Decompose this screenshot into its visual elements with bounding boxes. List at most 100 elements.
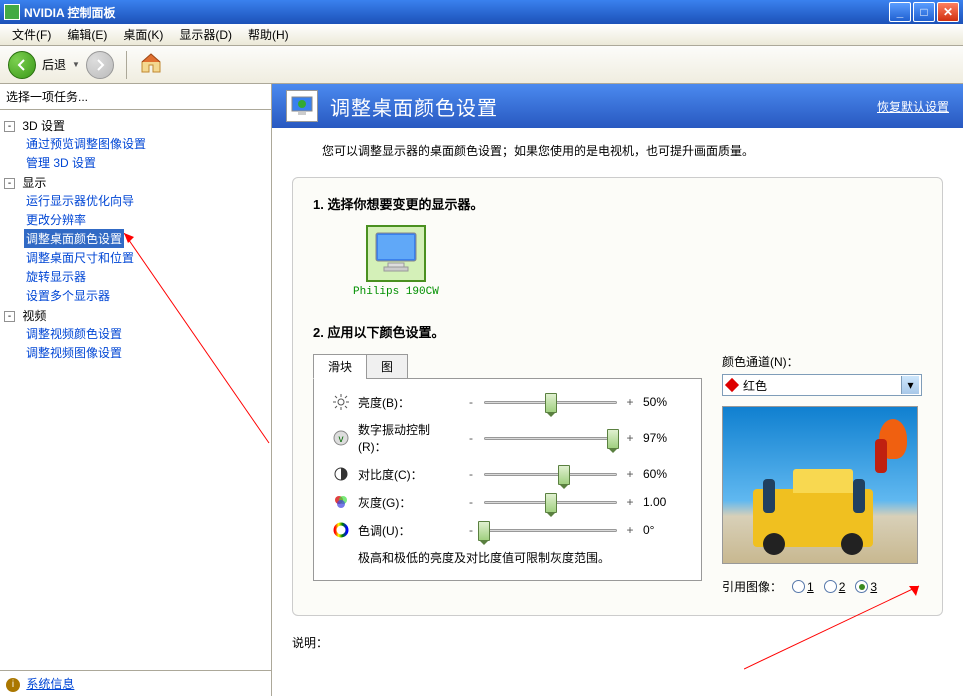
monitor-name: Philips 190CW bbox=[353, 286, 439, 298]
slider-note: 极高和极低的亮度及对比度值可限制灰度范围。 bbox=[358, 549, 683, 566]
tree-group-3d: 3D 设置 bbox=[22, 119, 65, 133]
color-channel-select[interactable]: 红色 ▾ bbox=[722, 374, 922, 396]
content-header: 调整桌面颜色设置 恢复默认设置 bbox=[272, 84, 963, 128]
menu-help[interactable]: 帮助(H) bbox=[240, 24, 297, 45]
content: 调整桌面颜色设置 恢复默认设置 您可以调整显示器的桌面颜色设置；如果您使用的是电… bbox=[272, 84, 963, 696]
forward-button bbox=[86, 51, 114, 79]
arrow-left-icon bbox=[15, 58, 29, 72]
tree-link-video-image[interactable]: 调整视频图像设置 bbox=[24, 343, 124, 362]
vibrance-slider[interactable] bbox=[484, 429, 617, 447]
tree-link-preview-3d[interactable]: 通过预览调整图像设置 bbox=[24, 134, 148, 153]
minus-icon: - bbox=[466, 495, 476, 509]
tree-link-optimize-wizard[interactable]: 运行显示器优化向导 bbox=[24, 191, 136, 210]
plus-icon: + bbox=[625, 395, 635, 409]
reference-label: 引用图像： bbox=[722, 578, 782, 595]
hue-icon bbox=[332, 521, 350, 539]
minus-icon: - bbox=[466, 395, 476, 409]
sliders-panel: 亮度(B)： - + 50% v 数字振动控制(R)： - bbox=[313, 378, 702, 581]
contrast-label: 对比度(C)： bbox=[358, 466, 458, 483]
tree-link-multi-display[interactable]: 设置多个显示器 bbox=[24, 286, 112, 305]
plus-icon: + bbox=[625, 431, 635, 445]
chevron-down-icon: ▾ bbox=[901, 376, 919, 394]
plus-icon: + bbox=[625, 467, 635, 481]
page-title: 调整桌面颜色设置 bbox=[330, 92, 877, 121]
maximize-button[interactable]: □ bbox=[913, 2, 935, 22]
hue-value: 0° bbox=[643, 523, 683, 537]
tree-toggle-3d[interactable]: - bbox=[4, 121, 15, 132]
plus-icon: + bbox=[625, 495, 635, 509]
ref-image-3[interactable]: 3 bbox=[855, 580, 877, 594]
step2-label: 2. 应用以下颜色设置。 bbox=[313, 322, 922, 341]
toolbar-separator bbox=[126, 51, 127, 79]
red-diamond-icon bbox=[725, 378, 739, 392]
gamma-icon bbox=[332, 493, 350, 511]
gamma-label: 灰度(G)： bbox=[358, 494, 458, 511]
contrast-slider[interactable] bbox=[484, 465, 617, 483]
menubar: 文件(F) 编辑(E) 桌面(K) 显示器(D) 帮助(H) bbox=[0, 24, 963, 46]
preview-image bbox=[722, 406, 918, 564]
tree-link-manage-3d[interactable]: 管理 3D 设置 bbox=[24, 153, 98, 172]
task-tree: - 3D 设置 通过预览调整图像设置 管理 3D 设置 - 显示 运行显示器优化… bbox=[0, 110, 271, 670]
channel-value: 红色 bbox=[743, 377, 767, 394]
plus-icon: + bbox=[625, 523, 635, 537]
info-icon: i bbox=[6, 678, 20, 692]
tab-sliders[interactable]: 滑块 bbox=[313, 354, 367, 379]
home-button[interactable] bbox=[139, 51, 163, 78]
ref-image-1[interactable]: 1 bbox=[792, 580, 814, 594]
app-icon bbox=[4, 4, 20, 20]
back-dropdown-icon[interactable]: ▼ bbox=[72, 60, 80, 69]
toolbar: 后退 ▼ bbox=[0, 46, 963, 84]
menu-display[interactable]: 显示器(D) bbox=[171, 24, 240, 45]
tree-link-rotate[interactable]: 旋转显示器 bbox=[24, 267, 88, 286]
monitor-icon bbox=[372, 231, 420, 273]
annotation-arrow-icon bbox=[744, 584, 924, 674]
ref-image-2[interactable]: 2 bbox=[824, 580, 846, 594]
sidebar: 选择一项任务... - 3D 设置 通过预览调整图像设置 管理 3D 设置 - … bbox=[0, 84, 272, 696]
vibrance-label: 数字振动控制(R)： bbox=[358, 421, 458, 455]
menu-desktop[interactable]: 桌面(K) bbox=[115, 24, 171, 45]
hue-label: 色调(U)： bbox=[358, 522, 458, 539]
menu-file[interactable]: 文件(F) bbox=[4, 24, 59, 45]
contrast-value: 60% bbox=[643, 467, 683, 481]
window-title: NVIDIA 控制面板 bbox=[24, 4, 889, 21]
minus-icon: - bbox=[466, 431, 476, 445]
tree-toggle-video[interactable]: - bbox=[4, 311, 15, 322]
home-icon bbox=[139, 51, 163, 75]
vibrance-icon: v bbox=[332, 429, 350, 447]
back-button[interactable] bbox=[8, 51, 36, 79]
brightness-value: 50% bbox=[643, 395, 683, 409]
settings-panel: 1. 选择你想要变更的显示器。 Philips 190CW 2. 应用以下颜色设… bbox=[292, 177, 943, 616]
tree-link-change-resolution[interactable]: 更改分辨率 bbox=[24, 210, 88, 229]
contrast-icon bbox=[332, 465, 350, 483]
hue-slider[interactable] bbox=[484, 521, 617, 539]
gamma-slider[interactable] bbox=[484, 493, 617, 511]
monitor-option[interactable]: Philips 190CW bbox=[353, 225, 439, 298]
page-icon bbox=[286, 90, 318, 122]
titlebar: NVIDIA 控制面板 _ □ ✕ bbox=[0, 0, 963, 24]
step1-label: 1. 选择你想要变更的显示器。 bbox=[313, 194, 922, 213]
gamma-value: 1.00 bbox=[643, 495, 683, 509]
restore-defaults-link[interactable]: 恢复默认设置 bbox=[877, 98, 949, 115]
tab-chart[interactable]: 图 bbox=[366, 354, 408, 379]
system-info-link[interactable]: 系统信息 bbox=[26, 677, 74, 691]
description-label: 说明： bbox=[292, 634, 943, 651]
vibrance-value: 97% bbox=[643, 431, 683, 445]
brightness-label: 亮度(B)： bbox=[358, 394, 458, 411]
tree-group-display: 显示 bbox=[22, 176, 46, 190]
arrow-right-icon bbox=[93, 58, 107, 72]
brightness-slider[interactable] bbox=[484, 393, 617, 411]
minus-icon: - bbox=[466, 467, 476, 481]
menu-edit[interactable]: 编辑(E) bbox=[59, 24, 115, 45]
close-button[interactable]: ✕ bbox=[937, 2, 959, 22]
tree-group-video: 视频 bbox=[22, 309, 46, 323]
minus-icon: - bbox=[466, 523, 476, 537]
tree-link-video-color[interactable]: 调整视频颜色设置 bbox=[24, 324, 124, 343]
sidebar-title: 选择一项任务... bbox=[0, 84, 271, 110]
tree-link-adjust-size[interactable]: 调整桌面尺寸和位置 bbox=[24, 248, 136, 267]
minimize-button[interactable]: _ bbox=[889, 2, 911, 22]
svg-text:v: v bbox=[339, 434, 344, 445]
tree-toggle-display[interactable]: - bbox=[4, 178, 15, 189]
brightness-icon bbox=[332, 393, 350, 411]
back-label: 后退 bbox=[42, 56, 66, 73]
tree-link-adjust-color[interactable]: 调整桌面颜色设置 bbox=[24, 229, 124, 248]
